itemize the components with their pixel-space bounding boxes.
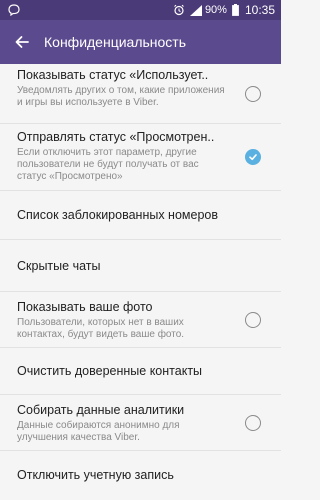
setting-title: Отключить учетную запись bbox=[17, 468, 174, 482]
setting-hidden-chats[interactable]: Скрытые чаты bbox=[0, 240, 281, 292]
battery-percent: 90% bbox=[204, 4, 227, 16]
setting-description: Данные собираются анонимно для улучшения… bbox=[17, 420, 180, 443]
setting-show-photo[interactable]: Показывать ваше фото Пользователи, котор… bbox=[0, 292, 281, 348]
setting-description: Пользователи, которых нет в ваших контак… bbox=[17, 317, 185, 340]
setting-collect-analytics[interactable]: Собирать данные аналитики Данные собираю… bbox=[0, 395, 281, 451]
setting-show-activity-status[interactable]: Показывать статус «Использует.. Уведомля… bbox=[0, 64, 281, 124]
app-root: 90% 10:35 Конфиденциальность Показывать … bbox=[0, 0, 281, 500]
setting-title: Скрытые чаты bbox=[17, 258, 101, 273]
signal-icon bbox=[189, 4, 202, 16]
toolbar: Конфиденциальность bbox=[0, 20, 281, 64]
setting-title: Показывать ваше фото bbox=[17, 300, 153, 314]
clock: 10:35 bbox=[244, 3, 275, 17]
setting-blocked-numbers[interactable]: Список заблокированных номеров bbox=[0, 191, 281, 240]
setting-title: Показывать статус «Использует.. bbox=[17, 68, 209, 82]
setting-send-seen-status[interactable]: Отправлять статус «Просмотрен.. Если отк… bbox=[0, 124, 281, 191]
activity-status-checkbox[interactable] bbox=[245, 85, 261, 102]
back-button[interactable] bbox=[0, 20, 44, 64]
battery-icon bbox=[232, 4, 239, 16]
checkmark-icon bbox=[249, 154, 257, 161]
setting-title: Собирать данные аналитики bbox=[17, 403, 185, 417]
setting-title: Отправлять статус «Просмотрен.. bbox=[17, 130, 215, 144]
setting-description: Если отключить этот параметр, другие пол… bbox=[17, 147, 199, 182]
settings-list: Показывать статус «Использует.. Уведомля… bbox=[0, 64, 281, 499]
show-photo-checkbox[interactable] bbox=[245, 311, 261, 328]
setting-title: Очистить доверенные контакты bbox=[17, 364, 203, 378]
arrow-left-icon bbox=[15, 36, 29, 48]
setting-deactivate-account[interactable]: Отключить учетную запись bbox=[0, 451, 281, 499]
setting-clear-trusted-contacts[interactable]: Очистить доверенные контакты bbox=[0, 348, 281, 395]
page-title: Конфиденциальность bbox=[44, 34, 187, 50]
analytics-checkbox[interactable] bbox=[245, 414, 261, 431]
seen-status-checkbox[interactable] bbox=[245, 149, 261, 165]
status-bar: 90% 10:35 bbox=[0, 0, 281, 20]
setting-title: Список заблокированных номеров bbox=[17, 208, 218, 222]
viber-icon bbox=[8, 4, 20, 19]
alarm-icon bbox=[173, 4, 185, 16]
setting-description: Уведомлять других о том, какие приложени… bbox=[17, 85, 225, 108]
